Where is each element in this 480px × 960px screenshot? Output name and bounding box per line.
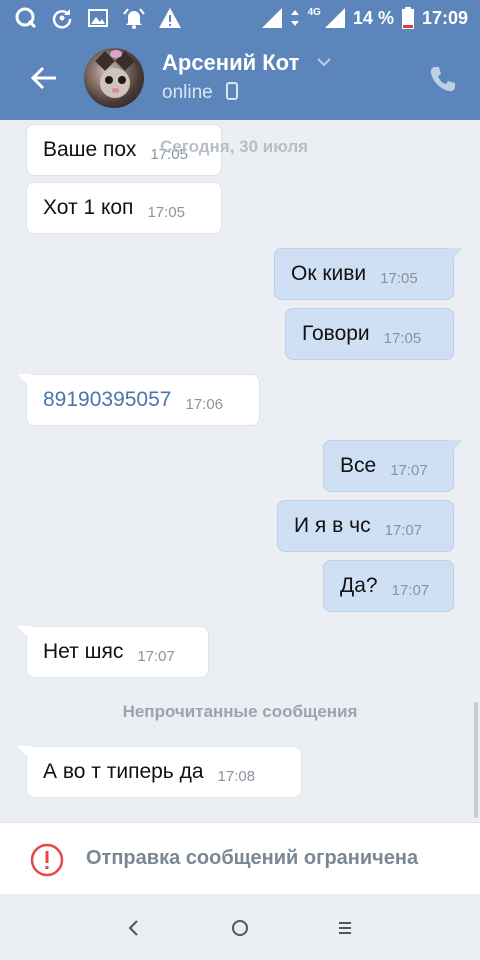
battery-percent: 14 % bbox=[352, 7, 394, 28]
bubble-tail bbox=[17, 626, 31, 640]
message-time: 17:06 bbox=[185, 395, 224, 413]
message-outgoing[interactable]: Говори 17:05 bbox=[285, 308, 454, 360]
warning-icon bbox=[159, 8, 181, 28]
nav-home-icon bbox=[232, 920, 248, 936]
message-time: 17:07 bbox=[390, 461, 428, 479]
clock: 17:09 bbox=[421, 7, 468, 28]
message-incoming[interactable]: Хот 1 коп 17:05 bbox=[26, 182, 222, 234]
back-button[interactable] bbox=[24, 58, 64, 98]
message-incoming[interactable]: Нет шяс 17:07 bbox=[17, 626, 209, 678]
phone-number-link[interactable]: 89190395057 bbox=[43, 388, 171, 412]
nav-home-button[interactable] bbox=[226, 914, 254, 942]
signal-icon bbox=[261, 8, 282, 28]
message-text: И я в чс bbox=[294, 514, 371, 537]
data-arrows-icon bbox=[290, 10, 299, 26]
message-outgoing[interactable]: Все 17:07 bbox=[323, 440, 463, 492]
message-time: 17:07 bbox=[391, 581, 430, 599]
nav-menu-icon bbox=[339, 922, 351, 934]
status-bar: 4G 14 % 17:09 bbox=[0, 0, 480, 36]
sync-icon bbox=[52, 9, 72, 29]
status-bar-system: 4G 14 % 17:09 bbox=[261, 0, 468, 36]
unread-separator: Непрочитанные сообщения bbox=[122, 702, 358, 721]
message-outgoing[interactable]: Да? 17:07 bbox=[323, 560, 454, 612]
contact-status: online bbox=[162, 80, 238, 104]
message-text: Ваше пох bbox=[43, 138, 137, 161]
status-text: online bbox=[162, 82, 213, 103]
message-time: 17:05 bbox=[147, 203, 185, 221]
nav-menu-button[interactable] bbox=[331, 914, 359, 942]
message-text: А во т типерь да bbox=[43, 760, 204, 783]
message-text: Говори bbox=[302, 322, 370, 345]
bubble-tail bbox=[17, 746, 31, 760]
message-text: Да? bbox=[340, 574, 378, 597]
message-outgoing[interactable]: Ок киви 17:05 bbox=[274, 248, 463, 300]
phone-icon bbox=[226, 82, 238, 100]
chevron-down-icon[interactable] bbox=[316, 56, 332, 68]
message-list[interactable]: Ваше пох 17:05 Сегодня, 30 июля Хот 1 ко… bbox=[0, 120, 480, 822]
scrollbar[interactable] bbox=[474, 702, 478, 818]
message-time: 17:07 bbox=[384, 521, 423, 539]
message-text: Все bbox=[340, 454, 377, 477]
signal-icon bbox=[324, 8, 345, 28]
message-outgoing[interactable]: И я в чс 17:07 bbox=[277, 500, 454, 552]
bubble-tail bbox=[17, 374, 31, 388]
bubble-tail bbox=[449, 440, 463, 454]
bubble-tail bbox=[449, 248, 463, 262]
date-separator: Сегодня, 30 июля bbox=[160, 137, 309, 156]
battery-icon bbox=[401, 7, 414, 29]
avatar[interactable] bbox=[84, 48, 144, 108]
chat-header: Арсений Кот online bbox=[0, 36, 480, 120]
messaging-restricted-bar: Отправка сообщений ограничена bbox=[0, 822, 480, 894]
message-text: Нет шяс bbox=[43, 640, 124, 663]
contact-name[interactable]: Арсений Кот bbox=[162, 50, 299, 76]
message-incoming[interactable]: 89190395057 17:06 bbox=[17, 374, 260, 426]
message-time: 17:07 bbox=[137, 647, 175, 665]
message-text: Ок киви bbox=[291, 262, 367, 285]
message-time: 17:05 bbox=[383, 329, 422, 347]
nav-back-button[interactable] bbox=[120, 914, 148, 942]
status-bar-notifications bbox=[14, 6, 182, 30]
network-type: 4G bbox=[307, 6, 321, 18]
alert-circle-icon bbox=[30, 843, 64, 877]
call-icon bbox=[430, 67, 455, 92]
q-icon bbox=[15, 7, 37, 29]
nav-back-icon bbox=[128, 920, 138, 936]
back-arrow-icon bbox=[30, 66, 56, 90]
message-time: 17:08 bbox=[217, 767, 256, 785]
system-nav-bar bbox=[0, 894, 480, 960]
call-button[interactable] bbox=[428, 64, 458, 94]
restriction-text: Отправка сообщений ограничена bbox=[86, 847, 419, 869]
message-incoming[interactable]: А во т типерь да 17:08 bbox=[17, 746, 302, 798]
image-icon bbox=[88, 9, 108, 27]
message-text: Хот 1 коп bbox=[43, 196, 134, 219]
message-time: 17:05 bbox=[380, 269, 418, 287]
alarm-icon bbox=[123, 8, 145, 29]
